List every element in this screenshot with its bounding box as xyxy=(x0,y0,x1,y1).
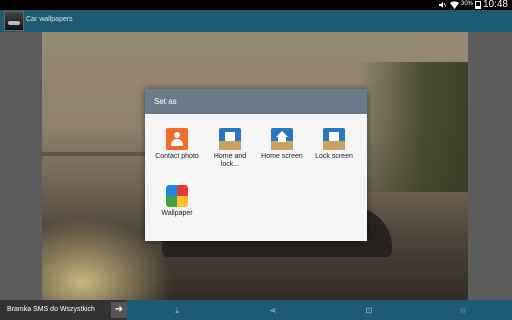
option-label: Wallpaper xyxy=(161,210,193,217)
action-bar: Car wallpapers xyxy=(0,10,512,32)
lock-screen-icon xyxy=(323,128,345,150)
option-label: Contact photo xyxy=(155,153,199,160)
screen: 30% 10:48 Car wallpapers Bramka SMS do W… xyxy=(0,0,512,320)
contact-icon xyxy=(166,128,188,150)
option-label: Home and lock... xyxy=(213,153,247,168)
ad-text: Bramka SMS do Wszystkich xyxy=(7,306,95,313)
option-wallpaper[interactable]: Wallpaper xyxy=(152,185,202,218)
battery-percent: 30% xyxy=(461,1,474,7)
clock: 10:48 xyxy=(482,0,508,10)
share-icon[interactable]: ⋖ xyxy=(268,306,278,315)
option-label: Home screen xyxy=(261,153,303,160)
option-contact-photo[interactable]: Contact photo xyxy=(152,128,202,161)
wifi-icon xyxy=(450,1,459,9)
download-icon[interactable]: ⤓ xyxy=(172,306,182,315)
dialog-title: Set as xyxy=(145,89,367,114)
option-lock-screen[interactable]: Lock screen xyxy=(309,128,359,161)
set-as-dialog: Set as Contact photo Home and lock... Ho… xyxy=(145,89,367,241)
app-title: Car wallpapers xyxy=(26,16,73,23)
crop-icon[interactable]: ⊡ xyxy=(364,306,374,315)
ad-arrow-button[interactable]: ➜ xyxy=(111,302,127,318)
home-screen-icon xyxy=(271,128,293,150)
mute-icon xyxy=(439,2,446,8)
battery-icon xyxy=(475,1,481,9)
home-lock-icon xyxy=(219,128,241,150)
ad-banner[interactable]: Bramka SMS do Wszystkich ➜ xyxy=(0,300,127,320)
star-icon[interactable]: ☆ xyxy=(458,306,468,315)
option-home-and-lock[interactable]: Home and lock... xyxy=(205,128,255,169)
car-app-icon[interactable] xyxy=(4,11,24,31)
status-bar: 30% 10:48 xyxy=(0,0,512,10)
option-home-screen[interactable]: Home screen xyxy=(257,128,307,161)
wallpaper-icon xyxy=(166,185,188,207)
option-label: Lock screen xyxy=(315,153,353,160)
